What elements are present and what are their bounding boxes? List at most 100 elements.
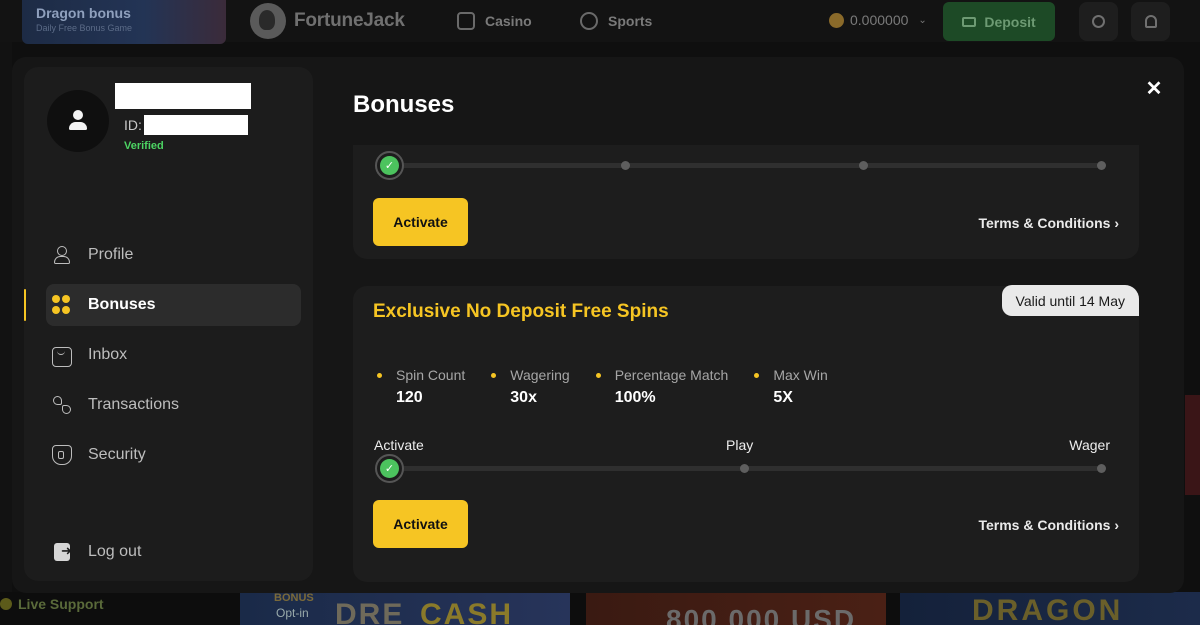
transactions-icon: [52, 395, 72, 415]
nav-sports[interactable]: Sports: [580, 12, 652, 30]
wallet-icon: [962, 16, 977, 27]
nav-sports-label: Sports: [608, 13, 653, 29]
notifications-button[interactable]: [1131, 2, 1170, 41]
left-rail: [0, 42, 12, 625]
side-banner-peek: [1185, 395, 1200, 495]
promo-title: Dragon bonus: [36, 5, 131, 21]
avatar-user-icon: [73, 110, 83, 120]
sidebar-item-label: Transactions: [88, 396, 179, 413]
step-dot: [621, 161, 630, 170]
balance-value: 0.000000: [850, 12, 909, 28]
banner-usd-text: 800 000 USD: [666, 604, 857, 625]
stat-value: 30x: [510, 389, 537, 406]
activate-button[interactable]: Activate: [373, 500, 468, 548]
step-dot: [1097, 464, 1106, 473]
step-label-play: Play: [726, 437, 754, 453]
bonus-card: ✓ Activate Terms & Conditions ›: [353, 145, 1139, 259]
banner-optin-text: Opt-in: [276, 606, 309, 620]
valid-until-badge: Valid until 14 May: [1001, 285, 1139, 316]
sidebar-item-label: Security: [88, 446, 146, 463]
coin-icon: [829, 12, 844, 28]
sidebar-menu: Profile Bonuses Inbox Transactions Secur…: [24, 234, 301, 484]
check-icon: ✓: [380, 459, 399, 478]
stat-label: Spin Count: [396, 367, 466, 383]
step-complete-check: ✓: [375, 151, 404, 180]
progress-track: ✓: [375, 151, 1106, 180]
promo-banner-usd[interactable]: 800 000 USD: [586, 592, 886, 625]
stat-label: Percentage Match: [614, 367, 729, 383]
progress-track: ✓: [375, 454, 1106, 483]
bonus-list[interactable]: ✓ Activate Terms & Conditions › Valid un…: [353, 145, 1139, 585]
user-icon: [52, 245, 72, 265]
deposit-button[interactable]: Deposit: [943, 2, 1055, 41]
step-dot: [1097, 161, 1106, 170]
stat-label: Max Win: [773, 367, 828, 383]
logout-label: Log out: [88, 543, 142, 560]
support-icon: [0, 598, 12, 610]
stat-percentage-match: Percentage Match 100%: [592, 367, 729, 407]
activate-button[interactable]: Activate: [373, 198, 468, 246]
account-sidebar: ID: Verified Profile Bonuses Inbox Trans…: [24, 67, 313, 581]
deposit-label: Deposit: [984, 13, 1036, 30]
search-button[interactable]: [1079, 2, 1118, 41]
search-icon: [1092, 15, 1105, 28]
nav-casino[interactable]: Casino: [457, 12, 532, 30]
avatar: [47, 90, 109, 152]
chevron-down-icon: ⌄: [918, 14, 927, 26]
bonus-title: Exclusive No Deposit Free Spins: [373, 301, 669, 322]
promo-subtitle: Daily Free Bonus Game: [36, 23, 133, 33]
close-icon[interactable]: ✕: [1143, 77, 1165, 100]
live-support-label: Live Support: [18, 596, 104, 612]
nav-casino-label: Casino: [485, 13, 532, 29]
stat-label: Wagering: [510, 367, 570, 383]
account-modal: ID: Verified Profile Bonuses Inbox Trans…: [12, 57, 1184, 593]
sidebar-item-bonuses[interactable]: Bonuses: [24, 284, 301, 326]
banner-word-1: DRE: [335, 598, 405, 625]
banner-word-2: CASH: [420, 598, 514, 625]
stat-max-win: Max Win 5X: [750, 367, 828, 407]
live-support-link[interactable]: Live Support: [0, 596, 104, 612]
banner-dragon-text: DRAGON: [972, 594, 1124, 625]
brand-logo-link[interactable]: FortuneJack: [250, 3, 405, 39]
sidebar-item-inbox[interactable]: Inbox: [46, 334, 301, 376]
terms-link[interactable]: Terms & Conditions ›: [978, 517, 1119, 533]
stat-wagering: Wagering 30x: [487, 367, 570, 407]
check-icon: ✓: [380, 156, 399, 175]
logout-button[interactable]: Log out: [46, 531, 301, 573]
balance-selector[interactable]: 0.000000 ⌄: [829, 12, 927, 28]
page-title: Bonuses: [353, 91, 455, 118]
step-dot: [859, 161, 868, 170]
stat-value: 5X: [773, 389, 793, 406]
brand-logo-icon: [250, 3, 286, 39]
sidebar-item-transactions[interactable]: Transactions: [46, 384, 301, 426]
stat-spin-count: Spin Count 120: [373, 367, 465, 407]
user-id-row: ID:: [124, 115, 248, 135]
sports-icon: [580, 12, 598, 30]
shield-icon: [52, 445, 72, 465]
casino-icon: [457, 12, 475, 30]
sidebar-item-security[interactable]: Security: [46, 434, 301, 476]
bonus-card: Valid until 14 May Exclusive No Deposit …: [353, 285, 1139, 582]
redacted-user-id: [143, 115, 248, 135]
promo-banner-dragon[interactable]: DRAGON: [900, 592, 1200, 625]
step-complete-check: ✓: [375, 454, 404, 483]
logout-icon: [54, 543, 72, 561]
verified-status: Verified: [124, 140, 164, 152]
user-id-label: ID:: [124, 117, 142, 133]
banner-bonus-text: BONUS: [274, 592, 314, 604]
step-labels: Activate Play Wager: [374, 437, 1110, 455]
sidebar-item-profile[interactable]: Profile: [46, 234, 301, 276]
step-dot: [740, 464, 749, 473]
avatar-user-icon-body: [69, 122, 87, 130]
bell-icon: [1144, 15, 1157, 28]
promo-banner-cash[interactable]: BONUS Opt-in DRE CASH: [240, 592, 570, 625]
bonus-stats: Spin Count 120 Wagering 30x Percentage M…: [373, 367, 850, 407]
stat-value: 100%: [614, 389, 656, 406]
sidebar-item-label: Bonuses: [88, 296, 156, 313]
active-indicator: [24, 289, 26, 321]
mail-icon: [52, 347, 72, 367]
grid-dots-icon: [52, 295, 72, 315]
promo-tile[interactable]: Dragon bonus Daily Free Bonus Game: [22, 0, 226, 44]
redacted-username: [115, 83, 251, 109]
terms-link[interactable]: Terms & Conditions ›: [978, 215, 1119, 231]
